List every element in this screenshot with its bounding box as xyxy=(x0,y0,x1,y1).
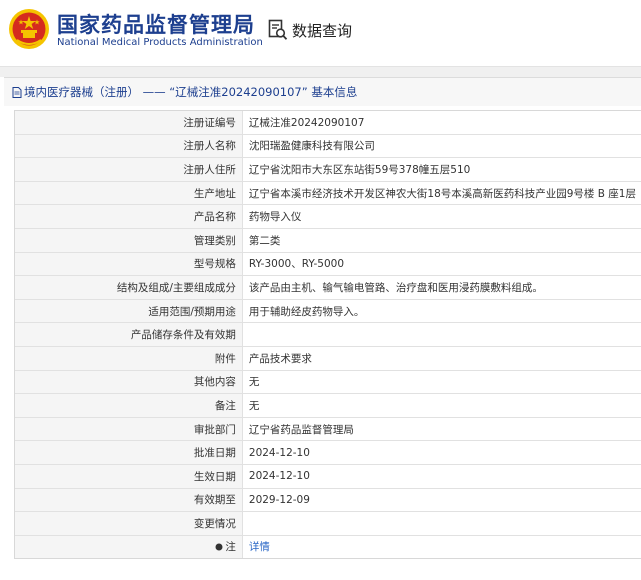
field-value xyxy=(242,511,641,536)
document-search-icon xyxy=(268,19,288,40)
document-icon xyxy=(12,86,22,98)
field-label: 注册证编号 xyxy=(15,111,243,135)
org-name-en: National Medical Products Administration xyxy=(57,37,263,48)
field-label: 注册人住所 xyxy=(15,157,243,182)
table-row: 型号规格 RY-3000、RY-5000 xyxy=(15,252,641,277)
note-label-cell: 注 xyxy=(15,535,243,559)
breadcrumb-text: 境内医疗器械（注册） —— “辽械注准20242090107” 基本信息 xyxy=(24,85,358,99)
data-query-label: 数据查询 xyxy=(292,21,353,40)
table-row: 结构及组成/主要组成成分 该产品由主机、输气输电管路、治疗盘和医用浸药膜敷料组成。 xyxy=(15,275,641,300)
field-label: 生产地址 xyxy=(15,181,243,206)
field-label: 附件 xyxy=(15,346,243,371)
field-label: 其他内容 xyxy=(15,370,243,395)
table-row: 其他内容无 xyxy=(15,370,641,395)
table-row: 注册证编号 辽械注准20242090107 xyxy=(15,111,641,135)
site-header: 国家药品监督管理局 National Medical Products Admi… xyxy=(0,0,641,66)
field-label: 注册人名称 xyxy=(15,134,243,159)
field-value: RY-3000、RY-5000 xyxy=(242,252,641,277)
field-label: 生效日期 xyxy=(15,464,243,489)
field-value: 2024-12-10 xyxy=(242,440,641,465)
field-value: 辽宁省沈阳市大东区东站街59号378幢五层510 xyxy=(242,157,641,182)
field-value: 药物导入仪 xyxy=(242,204,641,229)
field-label: 批准日期 xyxy=(15,440,243,465)
table-row: 变更情况 xyxy=(15,511,641,536)
table-row: 生效日期 2024-12-10 xyxy=(15,464,641,489)
table-row: 有效期至 2029-12-09 xyxy=(15,488,641,513)
field-value: 无 xyxy=(242,370,641,395)
detail-table: 注册证编号 辽械注准20242090107 注册人名称 沈阳瑞盈健康科技有限公司 注册人… xyxy=(15,111,641,559)
field-label: 产品名称 xyxy=(15,204,243,229)
table-row: 管理类别 第二类 xyxy=(15,228,641,253)
note-row: 注 详情 xyxy=(15,535,641,559)
field-label: 有效期至 xyxy=(15,488,243,513)
field-value: 用于辅助经皮药物导入。 xyxy=(242,299,641,324)
field-label: 型号规格 xyxy=(15,252,243,277)
table-row: 生产地址 辽宁省本溪市经济技术开发区神农大街18号本溪高新医药科技产业园9号楼 B… xyxy=(15,181,641,206)
field-label: 适用范围/预期用途 xyxy=(15,299,243,324)
field-label: 备注 xyxy=(15,393,243,418)
bullet-icon xyxy=(215,543,223,551)
field-value: 2029-12-09 xyxy=(242,488,641,513)
field-value xyxy=(242,322,641,347)
table-row: 附件 产品技术要求 xyxy=(15,346,641,371)
data-query-link[interactable]: 数据查询 xyxy=(268,18,352,42)
field-label: 管理类别 xyxy=(15,228,243,253)
field-value: 辽械注准20242090107 xyxy=(242,111,641,135)
field-value: 产品技术要求 xyxy=(242,346,641,371)
table-row: 注册人名称 沈阳瑞盈健康科技有限公司 xyxy=(15,134,641,159)
table-row: 产品储存条件及有效期 xyxy=(15,322,641,347)
table-row: 备注无 xyxy=(15,393,641,418)
field-value: 2024-12-10 xyxy=(242,464,641,489)
field-value: 辽宁省药品监督管理局 xyxy=(242,417,641,442)
field-value: 无 xyxy=(242,393,641,418)
field-value: 沈阳瑞盈健康科技有限公司 xyxy=(242,134,641,159)
detail-table-container: 注册证编号 辽械注准20242090107 注册人名称 沈阳瑞盈健康科技有限公司 注册人… xyxy=(14,110,641,560)
field-label: 产品储存条件及有效期 xyxy=(15,322,243,347)
table-row: 批准日期 2024-12-10 xyxy=(15,440,641,465)
table-row: 审批部门 辽宁省药品监督管理局 xyxy=(15,417,641,442)
table-row: 产品名称 药物导入仪 xyxy=(15,204,641,229)
field-value: 辽宁省本溪市经济技术开发区神农大街18号本溪高新医药科技产业园9号楼 B 座1层 xyxy=(242,181,641,206)
table-row: 适用范围/预期用途 用于辅助经皮药物导入。 xyxy=(15,299,641,324)
note-label: 注 xyxy=(225,541,236,554)
table-row: 注册人住所 辽宁省沈阳市大东区东站街59号378幢五层510 xyxy=(15,157,641,182)
header-divider xyxy=(0,66,641,77)
field-value: 该产品由主机、输气输电管路、治疗盘和医用浸药膜敷料组成。 xyxy=(242,275,641,300)
org-name-cn: 国家药品监督管理局 xyxy=(57,13,255,37)
field-label: 结构及组成/主要组成成分 xyxy=(15,275,243,300)
note-value-cell: 详情 xyxy=(242,535,641,558)
details-link[interactable]: 详情 xyxy=(249,541,270,553)
field-label: 审批部门 xyxy=(15,417,243,442)
breadcrumb: 境内医疗器械（注册） —— “辽械注准20242090107” 基本信息 xyxy=(4,77,641,106)
national-emblem-icon xyxy=(9,9,49,49)
field-value: 第二类 xyxy=(242,228,641,253)
field-label: 变更情况 xyxy=(15,511,243,536)
